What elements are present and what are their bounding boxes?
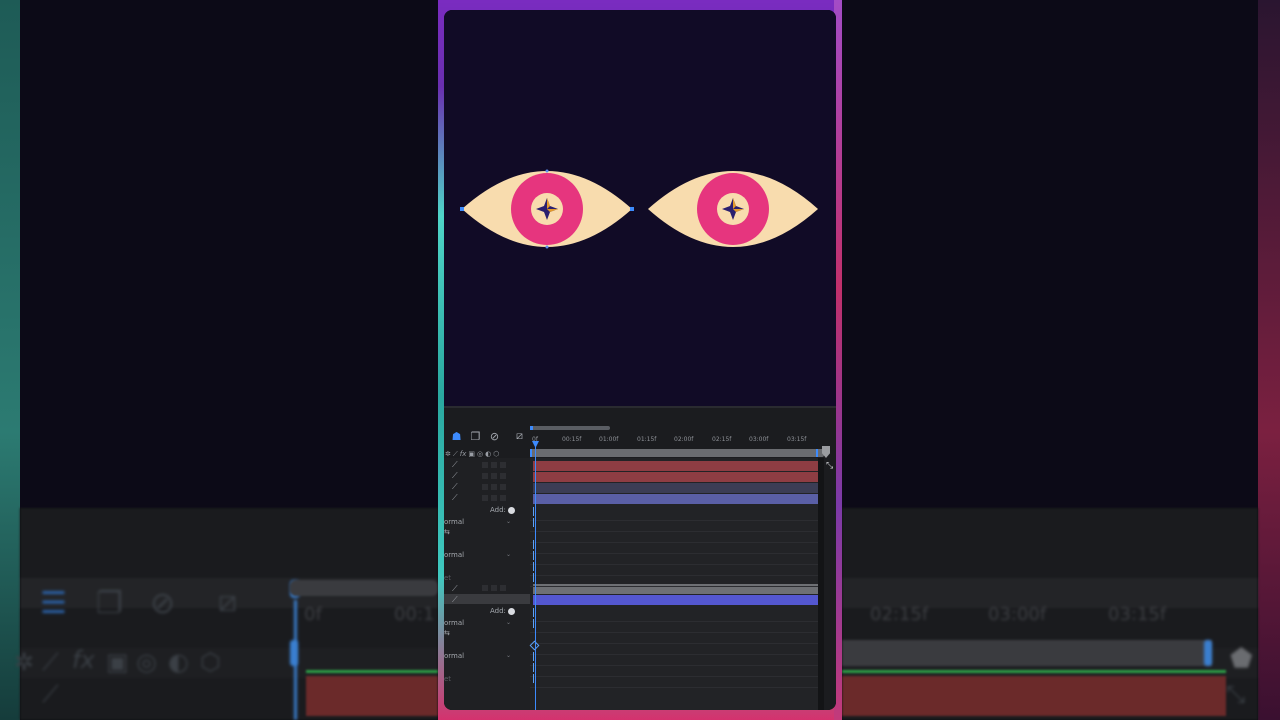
3d-icon[interactable]: ⬡ (493, 450, 499, 458)
timeline-panel: ☗ ❐ ⊘ ⧄ 0f 00:15f 01:00f 01:15f 02:00f 0… (444, 406, 836, 710)
swap-icon[interactable]: ⇆ (444, 528, 450, 536)
swap-icon[interactable]: ⇆ (444, 629, 450, 637)
background-motion-blur-icon: ◎ (136, 648, 157, 676)
fx-icon[interactable]: fx (460, 450, 467, 458)
tick-label: 02:15f (712, 436, 732, 443)
add-property-button[interactable] (508, 608, 515, 615)
anchor-point-left[interactable] (460, 207, 464, 211)
layer-panel-icon[interactable]: ☗ (450, 430, 463, 443)
cursor-icon: ⤡ (826, 461, 834, 471)
pencil-icon[interactable]: ⟋ (452, 493, 458, 503)
after-effects-window: ☗ ❐ ⊘ ⧄ 0f 00:15f 01:00f 01:15f 02:00f 0… (444, 10, 836, 710)
chevron-down-icon[interactable]: ⌄ (506, 518, 511, 525)
add-label[interactable]: Add: (490, 607, 506, 615)
shy-icon[interactable]: ✲ (445, 450, 451, 458)
tick-label: 00:15f (562, 436, 582, 443)
adjustment-icon[interactable]: ◐ (485, 450, 491, 458)
background-shy-icon: ✲ (14, 648, 35, 676)
background-3d-icon: ⬡ (200, 648, 221, 676)
time-ruler[interactable]: 0f 00:15f 01:00f 01:15f 02:00f 02:15f 03… (530, 426, 824, 448)
background-timeline-right: 02:15f 03:00f 03:15f ⬟ ⤡ (842, 508, 1258, 720)
chevron-down-icon[interactable]: ⌄ (506, 619, 511, 626)
blend-mode-dropdown[interactable]: ormal (444, 518, 464, 526)
work-area-end[interactable] (816, 449, 818, 457)
background-tick-3: 03:00f (988, 604, 1047, 625)
background-tick-2: 02:15f (870, 604, 929, 625)
pencil-icon[interactable]: ⟋ (452, 471, 458, 481)
background-pencil2-icon: ⟋ (42, 680, 59, 708)
background-tick-4: 03:15f (1108, 604, 1167, 625)
pencil-icon[interactable]: ⟋ (452, 482, 458, 492)
tick-label: 01:15f (637, 436, 657, 443)
layer-list: ⟋ ⟋ ⟋ ⟋ Add: ormal ⌄ ⇆ ormal ⌄ et ⟋ ⟋ Ad… (444, 458, 530, 710)
layer-label: et (444, 574, 452, 582)
pencil-icon[interactable]: ⟋ (452, 584, 458, 594)
background-tick-1: 00:1 (394, 604, 435, 625)
tick-label: 03:00f (749, 436, 769, 443)
graph-editor-icon[interactable]: ⧄ (513, 429, 526, 443)
layer-tracks[interactable] (530, 458, 821, 710)
right-eye[interactable] (648, 171, 818, 247)
composition-canvas (460, 169, 818, 249)
chevron-down-icon[interactable]: ⌄ (506, 652, 511, 659)
background-left-glow (0, 0, 20, 720)
anchor-point-top[interactable] (545, 169, 549, 173)
video-frame: ☗ ❐ ⊘ ⧄ 0f 00:15f 01:00f 01:15f 02:00f 0… (438, 0, 842, 720)
background-fx-icon: fx (72, 646, 95, 674)
timeline-toolbar: ☗ ❐ ⊘ ⧄ (450, 428, 526, 444)
layer-bar-selected[interactable] (533, 595, 821, 605)
add-label[interactable]: Add: (490, 506, 506, 514)
blend-mode-dropdown[interactable]: ormal (444, 551, 464, 559)
layer-label: et (444, 675, 452, 683)
composition-viewer[interactable] (444, 10, 836, 406)
left-eye[interactable] (460, 169, 634, 249)
background-work-area-end-icon: ⬟ (1230, 644, 1253, 674)
background-adjustment-icon: ◐ (168, 648, 189, 676)
playhead[interactable] (535, 444, 536, 710)
tick-label: 02:00f (674, 436, 694, 443)
blend-mode-dropdown[interactable]: ormal (444, 652, 464, 660)
timeline-scrollbar[interactable] (818, 458, 824, 710)
anchor-point-right[interactable] (630, 207, 634, 211)
pencil-icon[interactable]: ⟋ (452, 595, 458, 605)
tick-label: 03:15f (787, 436, 807, 443)
layer-bar[interactable] (533, 494, 821, 504)
layer-bar[interactable] (533, 483, 821, 493)
copy-icon[interactable]: ❐ (469, 430, 482, 443)
layer-bar[interactable] (533, 472, 821, 482)
background-cursor-icon: ⤡ (1226, 680, 1246, 708)
work-area-bar[interactable] (530, 449, 824, 457)
background-copy-icon: ❐ (96, 586, 123, 621)
background-link-icon: ⊘ (150, 586, 176, 621)
link-icon[interactable]: ⊘ (488, 430, 501, 443)
background-layer-icon: ☰ (40, 586, 67, 621)
background-graph-icon: ⧄ (218, 584, 238, 619)
blend-mode-dropdown[interactable]: ormal (444, 619, 464, 627)
pencil-icon[interactable]: ⟋ (452, 460, 458, 470)
timeline-border (444, 406, 836, 408)
chevron-down-icon[interactable]: ⌄ (506, 551, 511, 558)
background-tick-0: 0f (304, 604, 322, 625)
background-timeline-left: ☰ ❐ ⊘ ⧄ 0f 00:1 ✲ ⟋ fx ▣ ◎ ◐ ⬡ ⟋ (14, 508, 438, 720)
zoom-bar-handle[interactable] (530, 426, 533, 430)
zoom-bar[interactable] (530, 426, 610, 430)
background-frame-blend-icon: ▣ (106, 648, 129, 676)
anchor-point-bottom[interactable] (545, 245, 549, 249)
work-area-start[interactable] (530, 449, 532, 457)
frame-blend-icon[interactable]: ▣ (468, 450, 475, 458)
layer-bar[interactable] (533, 461, 821, 471)
background-pencil-icon: ⟋ (42, 648, 59, 676)
add-property-button[interactable] (508, 507, 515, 514)
motion-blur-icon[interactable]: ◎ (477, 450, 483, 458)
tick-label: 01:00f (599, 436, 619, 443)
background-right-glow (1258, 0, 1280, 720)
